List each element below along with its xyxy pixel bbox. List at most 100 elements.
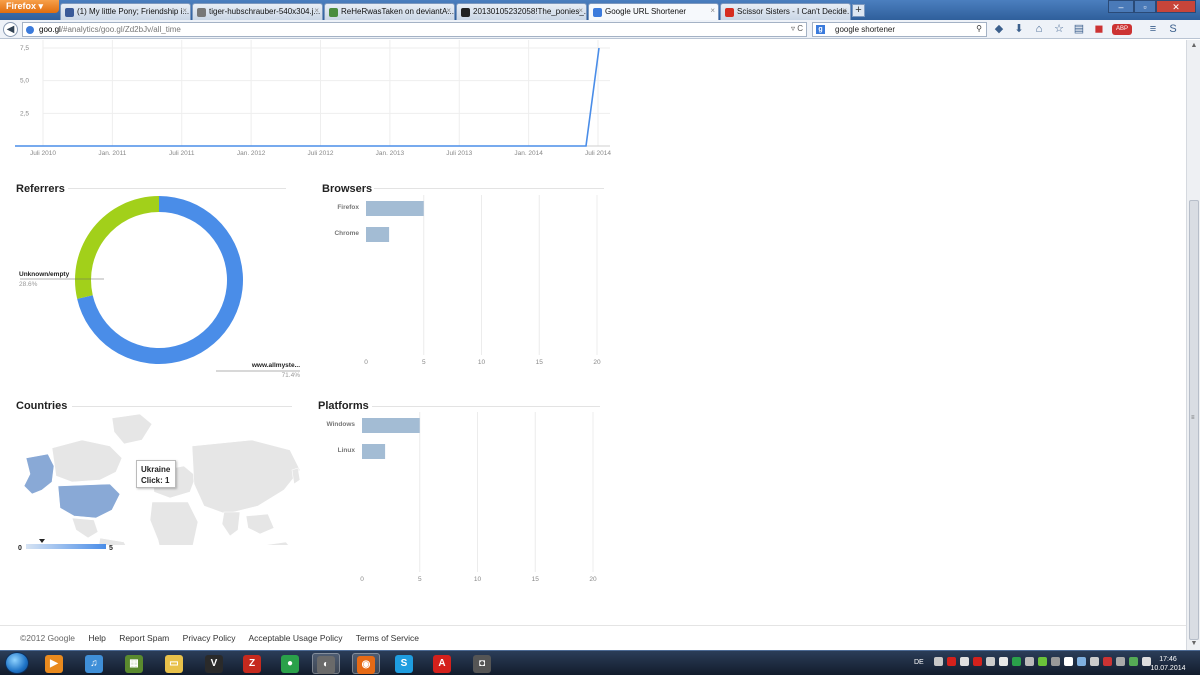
tray-icon[interactable] — [999, 657, 1008, 666]
addon-icon[interactable]: ◆ — [992, 21, 1006, 37]
referrer-percent-unknown: 28.6% — [19, 281, 38, 288]
tray-icon[interactable] — [1090, 657, 1099, 666]
tray-icon[interactable] — [947, 657, 956, 666]
browsers-divider — [374, 188, 604, 189]
taskbar-network-icon[interactable]: ◐ — [312, 653, 340, 674]
tray-icon[interactable] — [1064, 657, 1073, 666]
taskbar-itunes-icon[interactable]: ♫ — [80, 653, 108, 674]
tray-icon[interactable] — [986, 657, 995, 666]
close-window-button[interactable]: ✕ — [1156, 0, 1196, 13]
tray-icon[interactable] — [1025, 657, 1034, 666]
download-icon[interactable]: ⬇ — [1012, 21, 1026, 37]
map-tooltip: Ukraine Click: 1 — [136, 460, 176, 488]
footer-link-terms-of-service[interactable]: Terms of Service — [356, 633, 419, 643]
back-button[interactable]: ◀ — [3, 22, 18, 37]
start-button[interactable] — [5, 652, 29, 674]
tab-title: Google URL Shortener — [605, 7, 687, 16]
minimize-button[interactable]: – — [1108, 0, 1134, 13]
referrer-percent-allmyste: 71.4% — [282, 372, 301, 379]
tab-favicon-icon — [725, 8, 734, 17]
taskbar-vnc-icon[interactable]: V — [200, 653, 228, 674]
reload-icon[interactable]: ▿ C — [791, 24, 803, 33]
tray-icon[interactable] — [1012, 657, 1021, 666]
platform-x-tick: 0 — [360, 576, 364, 583]
tooltip-country: Ukraine — [141, 465, 171, 474]
tab-close-icon[interactable]: × — [842, 6, 847, 15]
tray-icon[interactable] — [1077, 657, 1086, 666]
firefox-menu-label: Firefox — [6, 1, 37, 11]
referrer-label-allmyste: www.allmyste... — [251, 362, 300, 369]
tab-ponies[interactable]: 20130105232058!The_ponies_... × — [456, 3, 587, 20]
tab-close-icon[interactable]: × — [578, 6, 583, 15]
tab-favicon-icon — [329, 8, 338, 17]
tab-close-icon[interactable]: × — [446, 6, 451, 15]
clicks-x-tick: Juli 2013 — [446, 150, 472, 157]
taskbar-avira-icon[interactable]: A — [428, 653, 456, 674]
menu-icon[interactable]: ≡ — [1146, 21, 1160, 37]
tab-close-icon[interactable]: × — [710, 6, 715, 15]
page-scrollbar[interactable]: ▲ ≡ ▼ — [1186, 40, 1200, 650]
url-bar[interactable]: goo.gl/#analytics/goo.gl/Zd2bJv/all_time… — [22, 22, 807, 37]
taskbar-games-icon[interactable]: ● — [276, 653, 304, 674]
taskbar-media-player-icon[interactable]: ▶ — [40, 653, 68, 674]
tab-favicon-icon — [197, 8, 206, 17]
new-tab-button[interactable]: + — [852, 4, 865, 17]
taskbar-skype-icon[interactable]: S — [390, 653, 418, 674]
tray-icon[interactable] — [1038, 657, 1047, 666]
sidebar-icon[interactable]: S — [1166, 21, 1180, 37]
platform-x-tick: 5 — [418, 576, 422, 583]
color-scale-min: 0 — [18, 545, 22, 552]
google-engine-icon[interactable]: g — [816, 25, 825, 34]
site-favicon-icon — [26, 26, 34, 34]
tab-favicon-icon — [593, 8, 602, 17]
footer-link-help[interactable]: Help — [88, 633, 105, 643]
tab-youtube[interactable]: Scissor Sisters - I Can't Decide... × — [720, 3, 851, 20]
camera-glyph: ◘ — [473, 655, 491, 673]
platforms-bar-chart: 0 5 10 15 20 Windows Linux — [327, 412, 597, 583]
tray-icon[interactable] — [1051, 657, 1060, 666]
tab-pony[interactable]: (1) My little Pony; Friendship i... × — [60, 3, 191, 20]
home-icon[interactable]: ⌂ — [1032, 21, 1046, 37]
scroll-up-arrow-icon[interactable]: ▲ — [1187, 40, 1200, 52]
tab-deviantart[interactable]: ReHeRwasTaken on deviantA... × — [324, 3, 455, 20]
taskbar-filezilla-icon[interactable]: Z — [238, 653, 266, 674]
countries-world-map[interactable]: 0 5 — [12, 410, 312, 580]
search-bar[interactable]: g google shortener ⚲ — [812, 22, 987, 37]
language-indicator[interactable]: DE — [914, 659, 924, 666]
tab-bar: Firefox ▾ (1) My little Pony; Friendship… — [0, 0, 1200, 21]
referrers-divider — [68, 188, 286, 189]
platform-category-label: Windows — [327, 421, 356, 428]
tray-icon[interactable] — [973, 657, 982, 666]
tray-icon[interactable] — [1116, 657, 1125, 666]
tray-icon[interactable] — [1103, 657, 1112, 666]
url-host: goo.gl — [39, 25, 61, 34]
tab-google-url-shortener[interactable]: Google URL Shortener × — [588, 3, 719, 21]
firefox-menu-button[interactable]: Firefox ▾ — [0, 0, 59, 13]
taskbar-explorer-icon[interactable]: ▭ — [160, 653, 188, 674]
adblock-icon[interactable]: ABP — [1112, 24, 1132, 35]
tray-icon[interactable] — [960, 657, 969, 666]
search-input[interactable]: google shortener — [835, 25, 895, 34]
tab-close-icon[interactable]: × — [314, 6, 319, 15]
search-icon[interactable]: ⚲ — [976, 24, 982, 33]
tray-icon[interactable] — [934, 657, 943, 666]
tab-close-icon[interactable]: × — [182, 6, 187, 15]
bookmarks-menu-icon[interactable]: ▤ — [1072, 21, 1086, 37]
taskbar-camera-icon[interactable]: ◘ — [468, 653, 496, 674]
tab-tiger[interactable]: tiger-hubschrauber-540x304.j... × — [192, 3, 323, 20]
maximize-button[interactable]: ▫ — [1134, 0, 1156, 13]
skype-glyph: S — [395, 655, 413, 673]
browser-category-label: Chrome — [334, 230, 359, 237]
taskbar-firefox-icon[interactable]: ◉ — [352, 653, 380, 674]
tray-icon[interactable] — [1129, 657, 1138, 666]
footer-link-privacy-policy[interactable]: Privacy Policy — [183, 633, 236, 643]
system-clock[interactable]: 17:46 10.07.2014 — [1148, 655, 1188, 673]
scroll-down-arrow-icon[interactable]: ▼ — [1187, 638, 1200, 650]
footer-link-report-spam[interactable]: Report Spam — [119, 633, 169, 643]
addon-red-icon[interactable]: ◼ — [1092, 21, 1106, 37]
taskbar-minecraft-icon[interactable]: ▦ — [120, 653, 148, 674]
window-controls: – ▫ ✕ — [1108, 0, 1196, 13]
footer-link-acceptable-usage-policy[interactable]: Acceptable Usage Policy — [248, 633, 342, 643]
bookmark-star-icon[interactable]: ☆ — [1052, 21, 1066, 37]
color-scale-max: 5 — [109, 545, 113, 552]
